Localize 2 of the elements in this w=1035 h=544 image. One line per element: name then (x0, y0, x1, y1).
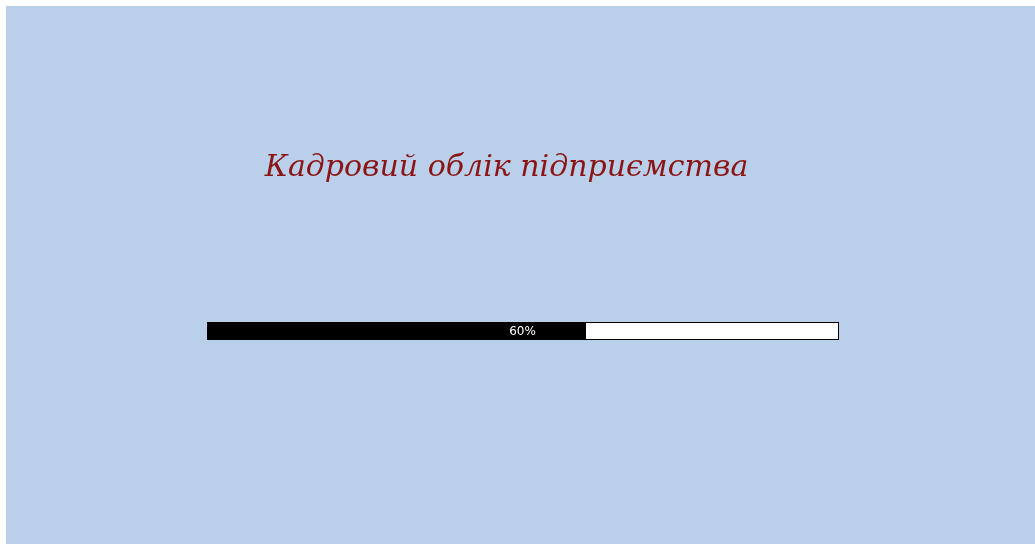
progress-percent: 60% (508, 323, 537, 339)
app-title: Кадровий облік підприємства (264, 147, 749, 185)
